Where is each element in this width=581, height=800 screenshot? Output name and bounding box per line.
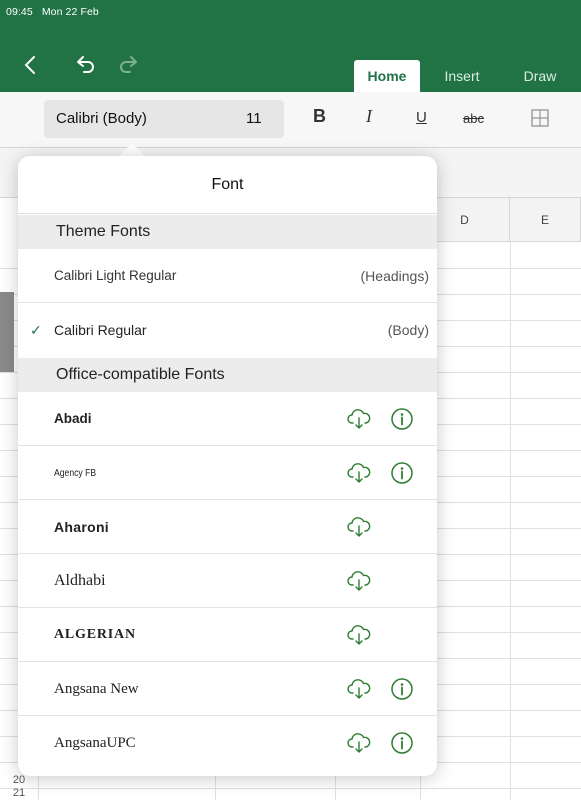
font-item-tag: (Headings)	[360, 268, 429, 284]
font-item-label: ALGERIAN	[54, 627, 136, 642]
cloud-download-icon[interactable]	[347, 624, 371, 646]
row-number-21[interactable]: 21	[0, 787, 38, 799]
font-item-angsanaupc[interactable]: AngsanaUPC	[18, 716, 437, 770]
font-item-tag: (Body)	[387, 322, 429, 338]
cloud-download-icon[interactable]	[347, 732, 371, 754]
cloud-download-icon[interactable]	[347, 678, 371, 700]
info-icon[interactable]	[390, 677, 414, 701]
font-item-abadi[interactable]: Abadi	[18, 392, 437, 446]
font-item-angsana-new[interactable]: Angsana New	[18, 662, 437, 716]
font-item-label: Calibri Light Regular	[54, 268, 177, 283]
font-item-algerian[interactable]: ALGERIAN	[18, 608, 437, 662]
underline-button[interactable]: U	[416, 109, 427, 126]
font-item-aldhabi[interactable]: Aldhabi	[18, 554, 437, 608]
font-item-calibri-light[interactable]: Calibri Light Regular (Headings)	[18, 249, 437, 303]
theme-fonts-header: Theme Fonts	[18, 215, 437, 249]
grid-line	[0, 788, 581, 789]
font-item-calibri-regular[interactable]: ✓ Calibri Regular (Body)	[18, 303, 437, 357]
font-popover: Font Theme Fonts Calibri Light Regular (…	[18, 156, 437, 776]
cloud-download-icon[interactable]	[347, 516, 371, 538]
tab-insert[interactable]: Insert	[430, 60, 494, 92]
info-icon[interactable]	[390, 461, 414, 485]
row-selection-marker	[0, 292, 14, 372]
font-name-field[interactable]: Calibri (Body)	[56, 110, 147, 127]
font-item-label: Agency FB	[54, 467, 97, 479]
column-header-e[interactable]: E	[510, 198, 581, 242]
status-bar: 09:45 Mon 22 Feb	[6, 6, 105, 18]
font-item-label: Aharoni	[54, 519, 109, 535]
italic-button[interactable]: I	[366, 106, 372, 127]
strikethrough-button[interactable]: abc	[463, 111, 484, 126]
office-fonts-header: Office-compatible Fonts	[18, 358, 437, 392]
row-number-20[interactable]: 20	[0, 774, 38, 788]
info-icon[interactable]	[390, 731, 414, 755]
popover-arrow	[118, 143, 146, 157]
tab-home[interactable]: Home	[354, 60, 420, 92]
font-item-label: Calibri Regular	[54, 322, 147, 338]
font-item-aharoni[interactable]: Aharoni	[18, 500, 437, 554]
font-item-agency-fb[interactable]: Agency FB	[18, 446, 437, 500]
grid-line	[510, 242, 511, 800]
font-item-label: AngsanaUPC	[54, 735, 136, 751]
undo-icon[interactable]	[72, 52, 98, 78]
font-size-field[interactable]: 11	[246, 110, 262, 127]
font-item-label: Angsana New	[54, 681, 139, 697]
borders-icon[interactable]	[530, 108, 550, 133]
status-time: 09:45	[6, 6, 33, 18]
checkmark-icon: ✓	[30, 322, 42, 338]
font-item-label: Abadi	[54, 411, 92, 426]
status-date: Mon 22 Feb	[41, 6, 99, 18]
redo-icon[interactable]	[116, 52, 142, 78]
cloud-download-icon[interactable]	[347, 570, 371, 592]
info-icon[interactable]	[390, 407, 414, 431]
cloud-download-icon[interactable]	[347, 462, 371, 484]
popover-title: Font	[18, 156, 437, 214]
tab-draw[interactable]: Draw	[508, 60, 572, 92]
bold-button[interactable]: B	[313, 106, 326, 127]
font-item-label: Aldhabi	[54, 572, 106, 589]
back-icon[interactable]	[18, 52, 44, 78]
cloud-download-icon[interactable]	[347, 408, 371, 430]
